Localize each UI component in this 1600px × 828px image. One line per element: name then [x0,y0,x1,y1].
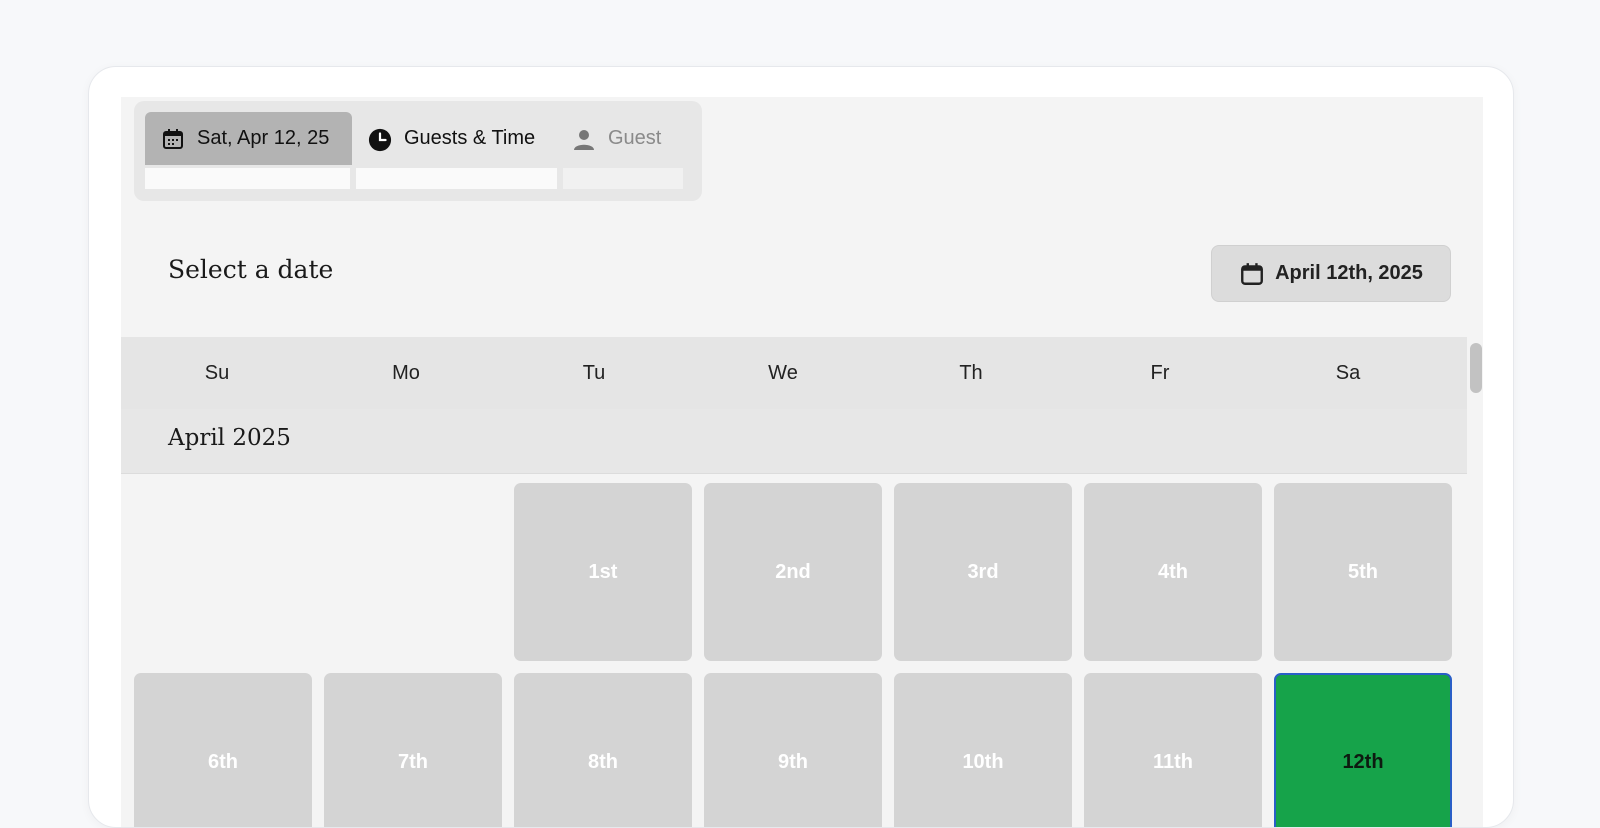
day-7[interactable]: 7th [324,673,502,827]
weekday-fr: Fr [1150,361,1170,384]
tab-guests-time-underline [356,168,557,189]
tab-date[interactable]: Sat, Apr 12, 25 [145,112,352,165]
tab-guest-underline [563,168,683,189]
weekday-mo: Mo [392,361,420,384]
day-9[interactable]: 9th [704,673,882,827]
clock-icon [368,127,392,151]
booking-panel: Sat, Apr 12, 25 Guests & Time Guest Sele… [121,97,1483,827]
weekday-th: Th [959,361,983,384]
day-1[interactable]: 1st [514,483,692,661]
booking-steps-tabs: Sat, Apr 12, 25 Guests & Time Guest [134,101,702,201]
month-label: April 2025 [168,425,291,451]
day-4[interactable]: 4th [1084,483,1262,661]
tab-guests-time-label: Guests & Time [404,127,536,149]
selected-date-label: April 12th, 2025 [1275,262,1423,284]
app-frame: Sat, Apr 12, 25 Guests & Time Guest Sele… [88,66,1514,828]
day-10[interactable]: 10th [894,673,1072,827]
selected-date-button[interactable]: April 12th, 2025 [1211,245,1451,302]
tab-guests-time[interactable]: Guests & Time [352,112,556,165]
weekday-header: Su Mo Tu We Th Fr Sa [121,337,1467,409]
tab-guest-label: Guest [608,127,662,149]
tab-date-label: Sat, Apr 12, 25 [197,127,330,149]
day-11[interactable]: 11th [1084,673,1262,827]
page-title: Select a date [168,255,334,284]
weekday-tu: Tu [582,361,606,384]
day-2[interactable]: 2nd [704,483,882,661]
weekday-sa: Sa [1335,361,1361,384]
day-5[interactable]: 5th [1274,483,1452,661]
calendar-icon [161,127,185,151]
weekday-su: Su [204,361,230,384]
calendar-icon [1239,261,1265,287]
day-3[interactable]: 3rd [894,483,1072,661]
day-8[interactable]: 8th [514,673,692,827]
day-12-selected[interactable]: 12th [1274,673,1452,827]
scrollbar[interactable] [1467,337,1483,827]
scrollbar-thumb[interactable] [1470,343,1482,393]
tab-guest[interactable]: Guest [556,112,684,165]
weekday-we: We [768,361,798,384]
tab-date-underline [145,168,350,189]
month-header: April 2025 [121,409,1467,474]
day-6[interactable]: 6th [134,673,312,827]
person-icon [572,127,596,151]
